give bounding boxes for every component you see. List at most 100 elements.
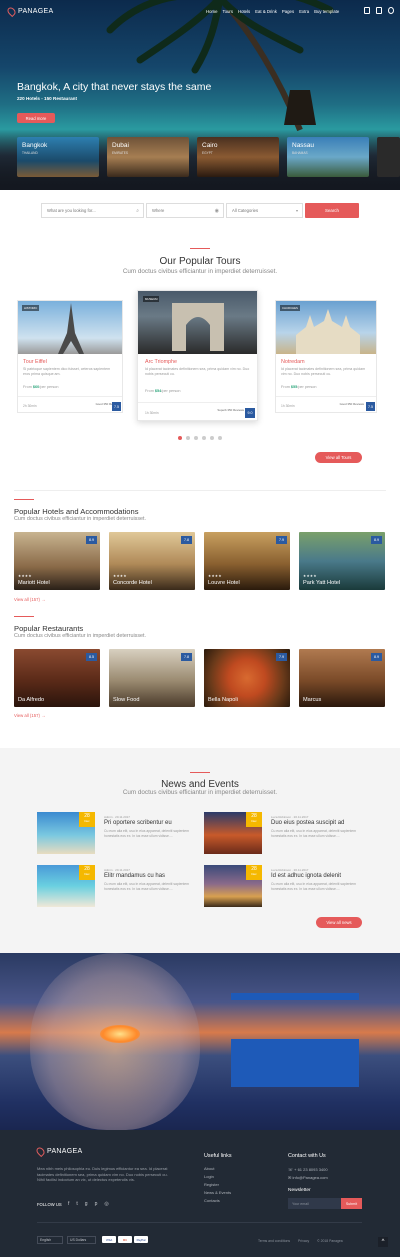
newsletter-title: Newsletter (288, 1188, 311, 1193)
contact-title: Contact with Us (288, 1153, 326, 1159)
restaurant-score: 7.8 (181, 653, 192, 661)
twitter-icon[interactable]: t (76, 1201, 77, 1207)
footer-link[interactable]: Register (204, 1182, 231, 1187)
carousel-dot[interactable] (186, 436, 190, 440)
news-excerpt: Cu eum alia elit, usu in eius appareat, … (271, 829, 357, 838)
menu-item-tours[interactable]: Tours (222, 9, 233, 14)
header-icons (364, 7, 394, 14)
city-card-dubai[interactable]: Dubai EMIRATES (107, 137, 189, 177)
hotel-card-louvre[interactable]: 7.9 ★★★★ Louvre Hotel (204, 532, 290, 590)
view-all-news-button[interactable]: View all news (316, 917, 362, 928)
newsletter-email-input[interactable]: Your email (288, 1198, 341, 1209)
section-divider (190, 248, 210, 249)
carousel-dot[interactable] (178, 436, 182, 440)
footer-logo[interactable]: PANAGEA (34, 1145, 82, 1158)
city-card-bangkok[interactable]: Bangkok THAILAND (17, 137, 99, 177)
hotel-card-mariott[interactable]: 8.9 ★★★★ Mariott Hotel (14, 532, 100, 590)
terms-link[interactable]: Terms and conditions (258, 1239, 290, 1243)
where-placeholder: Where (152, 208, 165, 213)
useful-links-title: Useful links (204, 1153, 232, 1159)
tour-name[interactable]: Arc Triomphe (145, 359, 177, 365)
logo[interactable]: PANAGEA (5, 5, 53, 18)
news-title-link[interactable]: Elitr mandamus cu has (104, 873, 165, 879)
read-more-button[interactable]: Read more (17, 113, 55, 123)
login-icon[interactable] (376, 7, 382, 14)
search-button[interactable]: Search (305, 203, 359, 218)
footer-link[interactable]: Contacts (204, 1198, 231, 1203)
menu-item-pages[interactable]: Pages (282, 9, 294, 14)
where-input[interactable]: Where ◉ (146, 203, 224, 218)
language-select[interactable]: English (37, 1236, 63, 1244)
news-title-link[interactable]: Id est adhuc ignota delenit (271, 873, 341, 879)
back-to-top-button[interactable]: ^ (378, 1237, 388, 1247)
news-title-link[interactable]: Pri oportere scribentur eu (104, 820, 172, 826)
city-name: Nassau (292, 142, 315, 149)
tour-card-featured[interactable]: MUSEUM Arc Triomphe Id placerat tacimate… (137, 290, 258, 421)
privacy-link[interactable]: Privacy (298, 1239, 309, 1243)
menu-item-home[interactable]: Home (206, 9, 217, 14)
view-all-restaurants-link[interactable]: View all (157) → (14, 713, 45, 718)
news-image[interactable]: 28 Dec (204, 812, 262, 854)
news-image[interactable]: 28 Dec (37, 865, 95, 907)
restaurant-card-marcus[interactable]: 8.9 Marcus (299, 649, 385, 707)
carousel-dots (178, 436, 222, 440)
city-card-cairo[interactable]: Cairo EGYPT (197, 137, 279, 177)
restaurant-card-slow-food[interactable]: 7.8 Slow Food (109, 649, 195, 707)
carousel-dot[interactable] (218, 436, 222, 440)
tour-score: 9.0 (245, 408, 255, 418)
pinterest-icon[interactable]: p (95, 1201, 98, 1207)
news-title-link[interactable]: Duo eius postea suscipit ad (271, 820, 344, 826)
phone[interactable]: ☏ + 61 23 8093 3400 (288, 1167, 328, 1172)
footer-bottom-links: Terms and conditions Privacy © 2018 Pana… (258, 1239, 343, 1243)
tours-subtitle: Cum doctus civibus efficiantur in imperd… (122, 268, 278, 275)
news-excerpt: Cu eum alia elit, usu in eius appareat, … (104, 829, 190, 838)
instagram-icon[interactable]: ◎ (104, 1201, 108, 1207)
city-card-nassau[interactable]: Nassau BAHAMAS (287, 137, 369, 177)
hotel-score: 8.9 (86, 536, 97, 544)
tour-card[interactable]: CHURCHES Notredam Id placerat tacimates … (275, 300, 377, 413)
hero-title: Bangkok, A city that never stays the sam… (17, 81, 212, 93)
newsletter-submit-button[interactable]: Submit (341, 1198, 362, 1209)
news-image[interactable]: 28 Dec (204, 865, 262, 907)
restaurant-card-da-alfredo[interactable]: 8.5 Da Alfredo (14, 649, 100, 707)
tour-name[interactable]: Tour Eiffel (23, 359, 47, 365)
email[interactable]: ✉ info@Panagea.com (288, 1175, 328, 1180)
footer-link[interactable]: About (204, 1166, 231, 1171)
menu-item-eat-drink[interactable]: Eat & Drink (255, 9, 277, 14)
menu-item-buy-template[interactable]: Buy template (314, 9, 339, 14)
footer-divider (37, 1222, 362, 1223)
tour-description: Id placerat tacimates definitionem sea, … (145, 367, 250, 376)
menu-item-hotels[interactable]: Hotels (238, 9, 250, 14)
city-card-partial[interactable] (377, 137, 400, 177)
restaurant-card-bella-napoli[interactable]: 7.9 Bella Napoli (204, 649, 290, 707)
currency-select[interactable]: US Dollars (67, 1236, 96, 1244)
facebook-icon[interactable]: f (68, 1201, 69, 1207)
lantern-banner (0, 953, 400, 1130)
view-all-tours-button[interactable]: View all Tours (315, 452, 362, 463)
tour-tag: HISTORIC (22, 305, 40, 311)
news-excerpt: Cu eum alia elit, usu in eius appareat, … (271, 882, 357, 891)
google-plus-icon[interactable]: g (85, 1201, 88, 1207)
tour-price: From $60/per person (23, 385, 59, 389)
carousel-dot[interactable] (210, 436, 214, 440)
tour-card[interactable]: HISTORIC Tour Eiffel Si patrioque sapien… (17, 300, 123, 413)
menu-item-extra[interactable]: Extra (299, 9, 309, 14)
footer-link[interactable]: Login (204, 1174, 231, 1179)
tour-name[interactable]: Notredam (281, 359, 305, 365)
hotel-score: 7.9 (276, 536, 287, 544)
hotel-card-park-yatt[interactable]: 8.9 ★★★★ Park Yatt Hotel (299, 532, 385, 590)
what-input[interactable]: What are you looking for... ⌕ (41, 203, 144, 218)
hotel-card-concorde[interactable]: 7.8 ★★★★ Concorde Hotel (109, 532, 195, 590)
tour-score: 7.5 (112, 402, 121, 411)
hotel-score: 8.9 (371, 536, 382, 544)
wishlist-icon[interactable] (388, 7, 394, 14)
carousel-dot[interactable] (202, 436, 206, 440)
hotels-title: Popular Hotels and Accommodations (14, 507, 139, 516)
footer-link[interactable]: News & Events (204, 1190, 231, 1195)
cart-icon[interactable] (364, 7, 370, 14)
news-image[interactable]: 28 Dec (37, 812, 95, 854)
view-all-hotels-link[interactable]: View all (157) → (14, 597, 45, 602)
category-select[interactable]: All Categories ▾ (226, 203, 303, 218)
carousel-dot[interactable] (194, 436, 198, 440)
news-date: 28 Dec (246, 812, 262, 827)
